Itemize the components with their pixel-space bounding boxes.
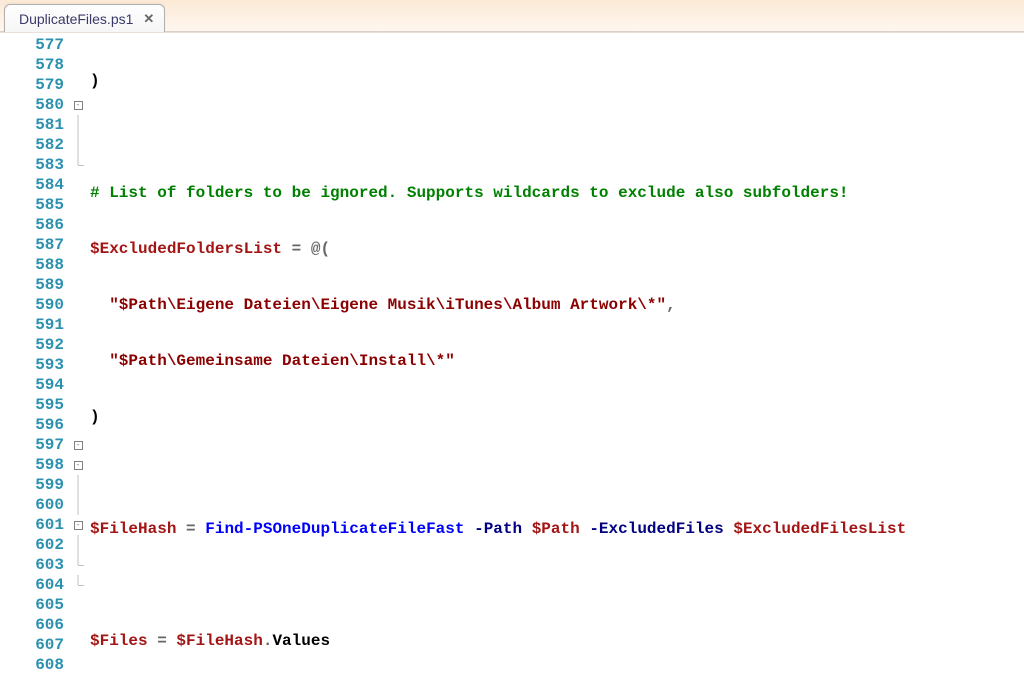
fold-marker [70,275,86,295]
line-number: 594 [0,375,70,395]
line-number-gutter: 5775785795805815825835845855865875885895… [0,33,70,683]
fold-marker [70,555,86,575]
fold-marker [70,615,86,635]
line-number: 591 [0,315,70,335]
fold-marker [70,215,86,235]
fold-marker [70,395,86,415]
line-number: 588 [0,255,70,275]
fold-marker [70,655,86,675]
fold-marker [70,195,86,215]
fold-marker [70,135,86,155]
line-number: 587 [0,235,70,255]
line-number: 582 [0,135,70,155]
line-number: 597 [0,435,70,455]
code-cmdlet: Find-PSOneDuplicateFileFast [205,520,464,538]
fold-marker [70,375,86,395]
fold-marker [70,75,86,95]
line-number: 596 [0,415,70,435]
line-number: 593 [0,355,70,375]
fold-marker [70,355,86,375]
fold-marker [70,35,86,55]
fold-marker [70,55,86,75]
fold-marker [70,495,86,515]
fold-marker [70,295,86,315]
line-number: 603 [0,555,70,575]
line-number: 602 [0,535,70,555]
code-var: $ExcludedFoldersList [90,240,282,258]
fold-marker [70,335,86,355]
line-number: 607 [0,635,70,655]
tab-title: DuplicateFiles.ps1 [19,11,133,27]
code-comment: # List of folders to be ignored. Support… [90,184,849,202]
fold-gutter: ---- [70,33,86,683]
fold-marker [70,255,86,275]
line-number: 592 [0,335,70,355]
fold-marker [70,475,86,495]
fold-marker [70,235,86,255]
code-editor[interactable]: 5775785795805815825835845855865875885895… [0,32,1024,683]
fold-marker [70,175,86,195]
code-area[interactable]: ) # List of folders to be ignored. Suppo… [86,33,1024,683]
code-token: ) [90,72,100,90]
fold-marker[interactable]: - [70,455,86,475]
line-number: 604 [0,575,70,595]
code-string: "$Path\Gemeinsame Dateien\Install\*" [109,352,455,370]
fold-marker[interactable]: - [70,435,86,455]
line-number: 580 [0,95,70,115]
line-number: 608 [0,655,70,675]
line-number: 595 [0,395,70,415]
fold-marker [70,315,86,335]
line-number: 583 [0,155,70,175]
fold-marker [70,535,86,555]
fold-marker[interactable]: - [70,515,86,535]
line-number: 581 [0,115,70,135]
line-number: 577 [0,35,70,55]
line-number: 598 [0,455,70,475]
fold-marker [70,635,86,655]
tab-bar: DuplicateFiles.ps1 ✕ [0,0,1024,32]
fold-marker [70,155,86,175]
line-number: 606 [0,615,70,635]
line-number: 589 [0,275,70,295]
line-number: 599 [0,475,70,495]
close-icon[interactable]: ✕ [143,11,154,27]
line-number: 586 [0,215,70,235]
line-number: 601 [0,515,70,535]
line-number: 605 [0,595,70,615]
code-string: "$Path\Eigene Dateien\Eigene Musik\iTune… [109,296,666,314]
line-number: 579 [0,75,70,95]
line-number: 578 [0,55,70,75]
line-number: 584 [0,175,70,195]
fold-marker [70,115,86,135]
fold-marker[interactable]: - [70,95,86,115]
fold-marker [70,415,86,435]
file-tab[interactable]: DuplicateFiles.ps1 ✕ [4,4,165,32]
line-number: 585 [0,195,70,215]
fold-marker [70,595,86,615]
line-number: 600 [0,495,70,515]
fold-marker [70,575,86,595]
line-number: 590 [0,295,70,315]
